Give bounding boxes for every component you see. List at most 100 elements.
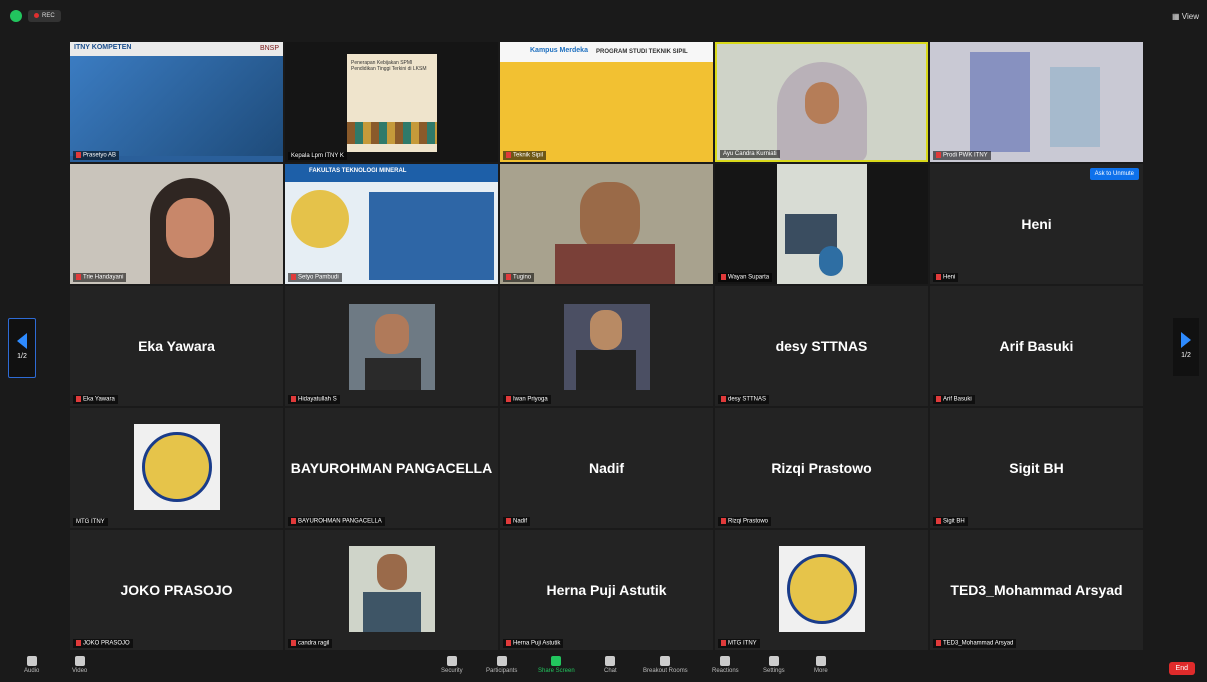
participant-name: Nadif [503,517,531,526]
top-bar: REC ▦ View [0,0,1207,38]
mic-muted-icon [291,396,296,403]
participant-tile[interactable]: FAKULTAS TEKNOLOGI MINERAL Setyo Pambudi [285,164,498,284]
participant-name: JOKO PRASOJO [73,639,133,648]
mic-muted-icon [721,396,726,403]
participant-name: Kepala Lpm ITNY K [288,152,347,160]
gear-icon [768,656,779,666]
recording-indicator[interactable]: REC [28,10,61,22]
participant-display-name: desy STTNAS [775,338,868,354]
participant-tile[interactable]: desy STTNAS desy STTNAS [715,286,928,406]
participant-tile[interactable]: Iwan Priyoga [500,286,713,406]
participant-name: Rizqi Prastowo [718,517,772,526]
view-button[interactable]: ▦ View [1172,12,1199,21]
participant-display-name: BAYUROHMAN PANGACELLA [290,460,493,476]
breakout-rooms-button[interactable]: Breakout Rooms [643,656,688,674]
participant-name: Heni [933,273,959,282]
participant-tile[interactable]: MTG ITNY [715,530,928,650]
participant-tile[interactable]: Ask to Unmute Heni Heni [930,164,1143,284]
mic-muted-icon [76,152,81,159]
participant-shirt [363,592,421,632]
participant-name: MTG ITNY [73,518,108,526]
participant-tile[interactable]: JOKO PRASOJO JOKO PRASOJO [70,530,283,650]
participant-tile[interactable]: ITNY KOMPETEN BNSP Prasetyo AB [70,42,283,162]
participant-tile[interactable]: Hidayatullah S [285,286,498,406]
mic-muted-icon [76,640,81,647]
participant-tile[interactable]: TED3_Mohammad Arsyad TED3_Mohammad Arsya… [930,530,1143,650]
reactions-icon [720,656,731,666]
building-image [369,192,494,280]
audio-button[interactable]: Audio [24,656,39,674]
end-meeting-button[interactable]: End [1168,662,1195,675]
reactions-button[interactable]: Reactions [712,656,739,674]
participant-display-name: Eka Yawara [138,338,215,354]
participant-face [377,554,407,590]
blurred-video [1050,67,1100,147]
more-icon [815,656,826,666]
participant-name: Wayan Suparta [718,273,773,282]
video-button[interactable]: Video [72,656,87,674]
participant-name: Prasetyo AB [73,151,120,160]
participant-face [590,310,622,350]
participant-tile[interactable]: BAYUROHMAN PANGACELLA BAYUROHMAN PANGACE… [285,408,498,528]
participant-tile[interactable]: Sigit BH Sigit BH [930,408,1143,528]
participant-tile[interactable]: Ayu Candra Kurniati [715,42,928,162]
participant-tile[interactable]: Penerapan Kebijakan SPMI Pendidikan Ting… [285,42,498,162]
mic-muted-icon [506,640,511,647]
mic-muted-icon [506,152,511,159]
view-label: View [1181,12,1199,21]
mic-muted-icon [291,640,296,647]
participant-shirt [555,244,675,284]
chevron-left-icon [17,333,27,349]
participant-tile[interactable]: Wayan Suparta [715,164,928,284]
mic-muted-icon [291,518,296,525]
participants-button[interactable]: Participants [486,656,517,674]
participant-display-name: Heni [1021,216,1052,232]
participant-tile[interactable]: Nadif Nadif [500,408,713,528]
participant-name: TED3_Mohammad Arsyad [933,639,1017,648]
participant-tile[interactable]: Rizqi Prastowo Rizqi Prastowo [715,408,928,528]
participant-display-name: Nadif [589,460,624,476]
share-screen-button[interactable]: Share Screen [538,656,575,674]
participant-tile[interactable]: Herna Puji Astutik Herna Puji Astutik [500,530,713,650]
participant-name: MTG ITNY [718,639,760,648]
mic-muted-icon [721,640,726,647]
participant-name: Setyo Pambudi [288,273,342,282]
participant-tile[interactable]: MTG ITNY [70,408,283,528]
share-screen-icon [551,656,562,666]
participant-name: Trie Handayani [73,273,127,282]
faculty-title: FAKULTAS TEKNOLOGI MINERAL [309,168,407,174]
participant-name: Teknik Sipil [503,151,547,160]
participants-icon [496,656,507,666]
security-button[interactable]: Security [441,656,463,674]
participant-name: Prodi PWK ITNY [933,151,991,160]
institute-logo [787,554,857,624]
blurred-video [970,52,1030,152]
participant-name: Eka Yawara [73,395,118,404]
video-grid: ITNY KOMPETEN BNSP Prasetyo AB Penerapan… [70,42,1143,650]
participant-tile[interactable]: Kampus Merdeka PROGRAM STUDI TEKNIK SIPI… [500,42,713,162]
participant-tile[interactable]: Eka Yawara Eka Yawara [70,286,283,406]
participant-tile[interactable]: Arif Basuki Arif Basuki [930,286,1143,406]
chat-button[interactable]: Chat [604,656,617,674]
mic-muted-icon [936,274,941,281]
participant-face [580,182,640,252]
shared-screen [70,56,283,156]
participant-tile[interactable]: Trie Handayani [70,164,283,284]
participant-name: Arif Basuki [933,395,975,404]
settings-button[interactable]: Settings [763,656,785,674]
participant-name: Iwan Priyoga [503,395,551,404]
chat-icon [605,656,616,666]
mic-muted-icon [506,396,511,403]
page-prev-button[interactable]: 1/2 [8,318,36,378]
more-button[interactable]: More [814,656,828,674]
breakout-rooms-icon [660,656,671,666]
participant-tile[interactable]: candra ragil [285,530,498,650]
security-shield-icon[interactable] [10,10,22,22]
record-dot-icon [34,12,39,18]
participant-display-name: Arif Basuki [999,338,1074,354]
ask-to-unmute-button[interactable]: Ask to Unmute [1089,168,1139,180]
institute-logo [142,432,212,502]
page-next-button[interactable]: 1/2 [1173,318,1199,376]
participant-tile[interactable]: Tugino [500,164,713,284]
participant-tile[interactable]: Prodi PWK ITNY [930,42,1143,162]
